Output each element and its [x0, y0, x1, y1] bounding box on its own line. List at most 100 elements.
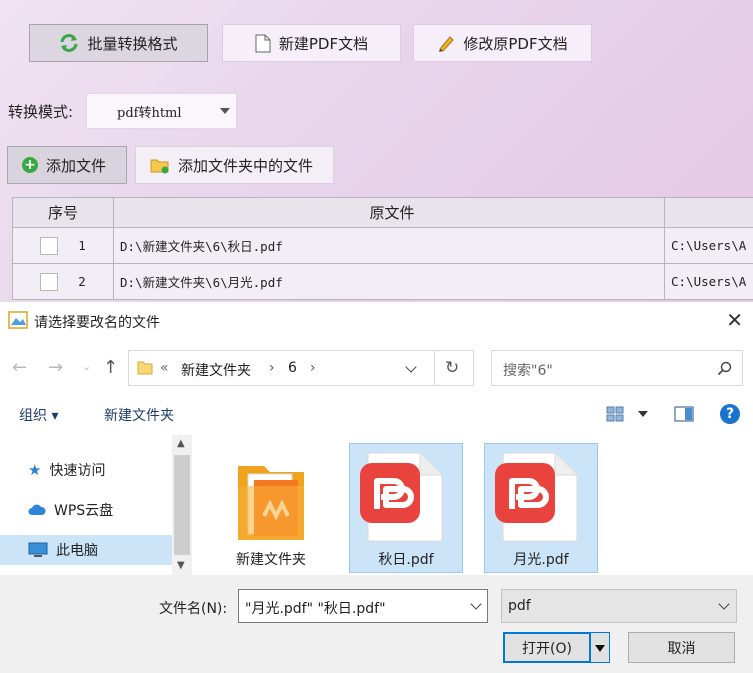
refresh-icon	[60, 34, 78, 52]
up-arrow-icon[interactable]: ↑	[103, 357, 118, 378]
address-row: ← → ⌄ ↑ « 新建文件夹 › 6 › ↻ 搜索"6"	[0, 340, 753, 395]
back-icon[interactable]: ←	[12, 357, 27, 378]
file-name: 月光.pdf	[513, 552, 569, 568]
breadcrumb-folder[interactable]: 新建文件夹	[181, 360, 251, 380]
folder-icon	[137, 361, 153, 375]
file-item-pdf[interactable]: 月光.pdf	[484, 443, 598, 573]
header-source: 原文件	[113, 198, 664, 227]
scroll-down-icon[interactable]: ▼	[177, 560, 185, 571]
search-placeholder: 搜索"6"	[503, 363, 553, 379]
mode-value: pdf转html	[117, 105, 182, 121]
row-output: C:\Users\A	[664, 228, 753, 263]
table-row[interactable]: 1 D:\新建文件夹\6\秋日.pdf C:\Users\A	[12, 228, 753, 264]
chevron-down-icon[interactable]	[470, 598, 482, 610]
recent-dropdown-icon[interactable]: ⌄	[82, 360, 91, 373]
nav-wps-cloud[interactable]: WPS云盘	[0, 495, 172, 525]
mode-select[interactable]: pdf转html	[86, 93, 237, 129]
row-index: 2	[78, 274, 86, 289]
row-index-cell: 1	[12, 228, 113, 263]
dialog-footer: 文件名(N): "月光.pdf" "秋日.pdf" pdf 打开(O) 取消	[0, 575, 753, 673]
breadcrumb-sub[interactable]: 6	[288, 360, 297, 376]
breadcrumb-separator-icon: ›	[269, 360, 275, 376]
dropdown-arrow-icon	[595, 645, 605, 652]
converter-app: 批量转换格式 新建PDF文档 修改原PDF文档 转换模式: pdf转html +…	[0, 0, 753, 302]
add-file-button[interactable]: + 添加文件	[7, 146, 127, 184]
row-source: D:\新建文件夹\6\秋日.pdf	[113, 228, 664, 263]
mode-label: 转换模式:	[8, 103, 74, 121]
file-item-pdf[interactable]: 秋日.pdf	[349, 443, 463, 573]
organize-menu[interactable]: 组织 ▾	[19, 405, 58, 425]
close-icon[interactable]: ✕	[726, 308, 743, 332]
filetype-value: pdf	[508, 598, 531, 614]
file-name: 新建文件夹	[236, 552, 306, 568]
pdf-file-icon	[360, 452, 443, 542]
header-index: 序号	[12, 198, 113, 227]
nav-quick-access[interactable]: ★ 快速访问	[0, 455, 172, 485]
command-bar: 组织 ▾ 新建文件夹 ?	[0, 395, 753, 435]
nav-label: 快速访问	[49, 463, 106, 479]
computer-icon	[28, 542, 48, 557]
open-button[interactable]: 打开(O)	[503, 632, 591, 663]
row-output: C:\Users\A	[664, 264, 753, 299]
row-checkbox[interactable]	[40, 272, 59, 291]
dialog-title: 请选择要改名的文件	[34, 315, 160, 331]
table-header: 序号 原文件	[12, 197, 753, 228]
add-folder-files-label: 添加文件夹中的文件	[178, 156, 314, 175]
row-source: D:\新建文件夹\6\月光.pdf	[113, 264, 664, 299]
table-row[interactable]: 2 D:\新建文件夹\6\月光.pdf C:\Users\A	[12, 264, 753, 300]
document-icon	[255, 34, 271, 52]
row-index-cell: 2	[12, 264, 113, 299]
filename-label: 文件名(N):	[159, 601, 228, 617]
refresh-icon[interactable]: ↻	[445, 358, 459, 378]
file-item-folder[interactable]: 新建文件夹	[214, 443, 328, 573]
scroll-thumb[interactable]	[174, 455, 190, 555]
new-pdf-button[interactable]: 新建PDF文档	[222, 24, 401, 62]
row-index: 1	[78, 238, 86, 253]
new-pdf-label: 新建PDF文档	[278, 34, 369, 53]
filename-value: "月光.pdf" "秋日.pdf"	[245, 601, 386, 617]
filename-input[interactable]: "月光.pdf" "秋日.pdf"	[238, 589, 488, 623]
address-dropdown-icon[interactable]	[405, 361, 417, 373]
navigation-pane: ★ 快速访问 WPS云盘 此电脑 ▲ ▼	[0, 435, 192, 575]
address-bar[interactable]: « 新建文件夹 › 6 › ↻	[128, 350, 474, 386]
open-dropdown-button[interactable]	[590, 632, 610, 663]
folder-add-icon	[150, 159, 169, 173]
nav-scrollbar[interactable]: ▲ ▼	[172, 435, 192, 575]
search-icon[interactable]	[717, 361, 732, 376]
batch-convert-button[interactable]: 批量转换格式	[29, 24, 208, 62]
nav-label: WPS云盘	[54, 503, 114, 519]
dropdown-arrow-icon	[220, 108, 230, 114]
pencil-icon	[439, 36, 455, 52]
file-name: 秋日.pdf	[378, 552, 434, 568]
cancel-button[interactable]: 取消	[628, 632, 735, 663]
file-dialog: 请选择要改名的文件 ✕ ← → ⌄ ↑ « 新建文件夹 › 6 › ↻ 搜索"6…	[0, 302, 753, 673]
folder-icon	[238, 466, 304, 540]
nav-this-pc[interactable]: 此电脑	[0, 535, 172, 565]
breadcrumb-separator-icon: ›	[310, 360, 316, 376]
new-folder-button[interactable]: 新建文件夹	[104, 405, 174, 425]
header-output	[664, 198, 753, 227]
row-checkbox[interactable]	[40, 236, 59, 255]
scroll-up-icon[interactable]: ▲	[177, 438, 185, 449]
image-app-icon	[8, 311, 28, 329]
plus-circle-icon: +	[22, 157, 38, 173]
nav-label: 此电脑	[56, 543, 98, 559]
filetype-select[interactable]: pdf	[501, 589, 737, 623]
help-icon[interactable]: ?	[720, 404, 740, 424]
breadcrumb-overflow[interactable]: «	[160, 360, 169, 376]
cancel-label: 取消	[667, 640, 696, 657]
forward-icon[interactable]: →	[48, 357, 63, 378]
add-folder-files-button[interactable]: 添加文件夹中的文件	[135, 146, 334, 184]
modify-pdf-label: 修改原PDF文档	[463, 34, 568, 53]
file-list: 新建文件夹 秋日.pdf 月光.pdf	[192, 435, 753, 575]
search-box[interactable]: 搜索"6"	[491, 350, 743, 386]
open-label: 打开(O)	[522, 640, 572, 657]
view-dropdown-icon[interactable]	[638, 411, 648, 417]
view-options-icon[interactable]	[606, 406, 624, 422]
modify-pdf-button[interactable]: 修改原PDF文档	[413, 24, 592, 62]
preview-pane-icon[interactable]	[674, 406, 694, 422]
batch-convert-label: 批量转换格式	[87, 34, 178, 53]
chevron-down-icon[interactable]	[718, 598, 730, 610]
star-icon: ★	[28, 461, 42, 479]
add-file-label: 添加文件	[46, 156, 107, 175]
